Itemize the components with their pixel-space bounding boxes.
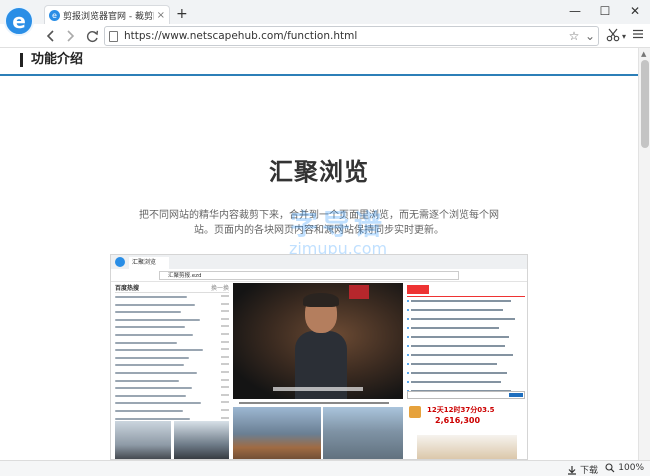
- tab-active[interactable]: e 剪报浏览器官网 - 裁剪网 ×: [44, 5, 170, 24]
- back-arrow-icon: [46, 30, 54, 42]
- download-label: 下载: [579, 466, 598, 476]
- reload-button[interactable]: [84, 28, 100, 44]
- web-page: 功能介绍 汇聚浏览 把不同网站的精华内容裁剪下来，合并到一个页面里浏览，而无需逐…: [0, 48, 638, 460]
- mock-right-item: [407, 315, 525, 324]
- mock-right-item: [407, 378, 525, 387]
- zoom-control[interactable]: 100%: [605, 463, 644, 473]
- reload-icon: [86, 30, 98, 42]
- mock-news-head: 百度热搜 换一换: [115, 283, 229, 293]
- url-text[interactable]: https://www.netscapehub.com/function.htm…: [124, 30, 566, 42]
- new-tab-button[interactable]: +: [176, 7, 188, 21]
- mock-search: [407, 391, 525, 399]
- mock-news-item: [115, 361, 229, 369]
- mock-right-item: [407, 351, 525, 360]
- tab-close-icon[interactable]: ×: [157, 10, 165, 21]
- mock-news-item: [115, 407, 229, 415]
- mock-right-item: [407, 333, 525, 342]
- navigation-toolbar: https://www.netscapehub.com/function.htm…: [0, 24, 650, 48]
- back-button[interactable]: [43, 28, 59, 44]
- mock-right-item: [407, 297, 525, 306]
- mock-house-image: [417, 435, 517, 459]
- scissors-icon[interactable]: [606, 28, 620, 42]
- mock-news-item: [115, 301, 229, 309]
- mock-news-item: [115, 316, 229, 324]
- mock-tab-strip: 汇聚浏览: [111, 255, 527, 269]
- tab-strip: e e 剪报浏览器官网 - 裁剪网 × + — ☐ ✕: [0, 0, 650, 36]
- mock-right-item: [407, 369, 525, 378]
- maximize-button[interactable]: ☐: [590, 0, 620, 22]
- download-button[interactable]: 下载: [567, 463, 598, 476]
- mock-caption: [233, 399, 403, 407]
- forward-button[interactable]: [62, 28, 78, 44]
- mock-right-item: [407, 360, 525, 369]
- mock-counter: 12天12时37分03.5 2,616,300: [407, 403, 525, 431]
- section-title: 功能介绍: [20, 53, 83, 67]
- mock-news-item: [115, 331, 229, 339]
- forward-arrow-icon: [67, 30, 75, 42]
- mock-counter-icon: [409, 406, 421, 418]
- window-controls: — ☐ ✕: [560, 0, 650, 24]
- mock-news-item: [115, 308, 229, 316]
- close-window-button[interactable]: ✕: [620, 0, 650, 22]
- mock-news-panel: 百度热搜 换一换: [115, 283, 229, 459]
- mock-car-image: [173, 421, 229, 459]
- mock-car-images: [115, 421, 229, 459]
- mock-news-item: [115, 377, 229, 385]
- mock-news-refresh: 换一换: [210, 285, 229, 292]
- mock-channel-logo: [349, 285, 369, 299]
- scroll-thumb[interactable]: [641, 60, 649, 148]
- browser-logo-icon[interactable]: e: [4, 6, 34, 36]
- mock-countdown: 12天12时37分03.5: [427, 406, 495, 414]
- mock-news-item: [115, 369, 229, 377]
- tab-title: 剪报浏览器官网 - 裁剪网: [63, 11, 154, 22]
- feature-description: 把不同网站的精华内容裁剪下来，合并到一个页面里浏览，而无需逐个浏览每个网站。页面…: [139, 210, 499, 236]
- mock-body: 百度热搜 换一换 12天12时37分03.5 2,616,300: [111, 283, 527, 459]
- scroll-up-icon[interactable]: ▲: [641, 50, 646, 58]
- feature-screenshot: 汇聚浏览 汇聚剪报.ezd 百度热搜 换一换 12天12时37分03.5 2,6…: [110, 254, 528, 460]
- mock-news-item: [115, 339, 229, 347]
- mock-toolbar: 汇聚剪报.ezd: [111, 269, 527, 282]
- mock-news-title: 百度热搜: [115, 285, 140, 292]
- mock-video-person: [295, 293, 347, 399]
- mock-address: 汇聚剪报.ezd: [159, 271, 459, 280]
- mock-right-list: [407, 297, 525, 396]
- mock-car-image: [115, 421, 171, 459]
- download-icon: [567, 465, 576, 475]
- mock-right-head: [407, 283, 525, 297]
- mock-right-item: [407, 342, 525, 351]
- mock-count-number: 2,616,300: [435, 416, 481, 425]
- mock-news-item: [115, 293, 229, 301]
- mock-photo: [323, 407, 403, 459]
- mock-news-list: [115, 293, 229, 422]
- mock-subtitle: [233, 387, 403, 393]
- feature-title: 汇聚浏览: [269, 158, 369, 186]
- tab-favicon-icon: e: [49, 9, 60, 21]
- mock-right-item: [407, 306, 525, 315]
- mock-news-item: [115, 323, 229, 331]
- mock-news-item: [115, 392, 229, 400]
- dropdown-chevron-icon[interactable]: ⌄: [582, 29, 598, 43]
- vertical-scrollbar[interactable]: ▲: [638, 48, 650, 460]
- mock-right-item: [407, 324, 525, 333]
- menu-icon[interactable]: [632, 28, 644, 40]
- zoom-level: 100%: [618, 463, 644, 473]
- mock-news-item: [115, 346, 229, 354]
- mock-news-item: [115, 384, 229, 392]
- address-bar[interactable]: https://www.netscapehub.com/function.htm…: [104, 26, 599, 46]
- minimize-button[interactable]: —: [560, 0, 590, 22]
- mock-video-frame: [233, 283, 403, 399]
- section-header: 功能介绍: [0, 48, 638, 76]
- page-icon: [109, 30, 118, 42]
- mock-right-panel: 12天12时37分03.5 2,616,300: [407, 283, 525, 459]
- browser-window: e e 剪报浏览器官网 - 裁剪网 × + — ☐ ✕ https://www.…: [0, 0, 650, 476]
- mock-photo: [233, 407, 321, 459]
- scissors-dropdown-icon[interactable]: ▾: [622, 32, 626, 41]
- mock-news-item: [115, 354, 229, 362]
- bookmark-star-icon[interactable]: ☆: [566, 29, 582, 43]
- mock-news-item: [115, 399, 229, 407]
- mock-logo-icon: [115, 257, 125, 267]
- mock-tab-title: 汇聚浏览: [129, 257, 169, 269]
- zoom-icon: [605, 463, 615, 473]
- status-bar: 下载 100%: [0, 460, 650, 476]
